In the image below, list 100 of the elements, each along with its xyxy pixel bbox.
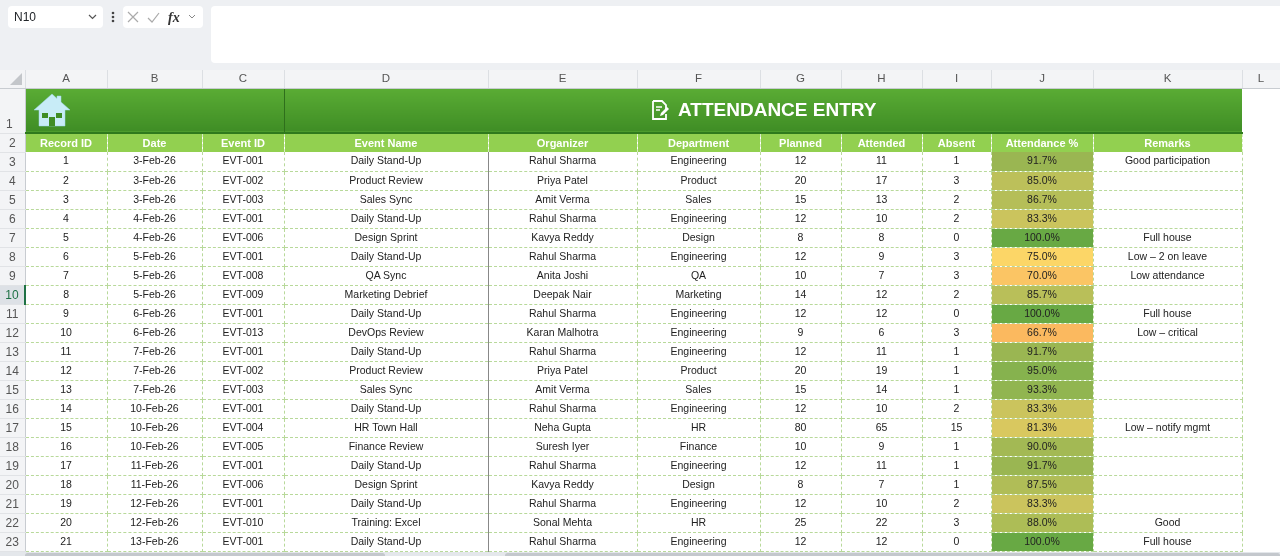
table-cell: Daily Stand-Up	[284, 494, 488, 513]
edit-document-icon	[650, 100, 670, 121]
column-header[interactable]: F	[637, 70, 760, 88]
table-cell: EVT-002	[202, 361, 284, 380]
table-cell: 9	[25, 304, 107, 323]
table-cell: 3	[922, 171, 991, 190]
home-icon[interactable]	[31, 92, 72, 129]
table-cell: 93.3%	[991, 380, 1093, 399]
row-number[interactable]: 10	[0, 285, 25, 304]
table-cell: EVT-009	[202, 285, 284, 304]
table-cell: QA	[637, 266, 760, 285]
table-cell: Engineering	[637, 209, 760, 228]
table-cell: 2	[922, 285, 991, 304]
table-cell: 1	[922, 456, 991, 475]
table-cell: 10	[841, 209, 922, 228]
column-heading: Planned	[760, 133, 841, 152]
row-number[interactable]: 1	[0, 88, 25, 133]
column-header[interactable]: D	[284, 70, 488, 88]
table-cell: 10	[760, 266, 841, 285]
column-header[interactable]: I	[922, 70, 991, 88]
column-header[interactable]: L	[1242, 70, 1280, 88]
table-cell: 7-Feb-26	[107, 342, 202, 361]
table-cell: 12-Feb-26	[107, 513, 202, 532]
table-cell: Kavya Reddy	[488, 228, 637, 247]
table-cell: 83.3%	[991, 399, 1093, 418]
cancel-icon[interactable]	[127, 11, 139, 23]
table-cell: EVT-001	[202, 247, 284, 266]
table-cell: 13	[841, 190, 922, 209]
table-cell: Sales	[637, 380, 760, 399]
table-cell: 100.0%	[991, 304, 1093, 323]
table-cell: 12	[760, 342, 841, 361]
table-cell: 14	[841, 380, 922, 399]
table-cell: Rahul Sharma	[488, 247, 637, 266]
column-header[interactable]: A	[25, 70, 107, 88]
table-cell: Full house	[1093, 532, 1242, 551]
table-cell: Full house	[1093, 304, 1242, 323]
table-cell: Engineering	[637, 342, 760, 361]
table-cell: 12	[841, 304, 922, 323]
column-heading: Absent	[922, 133, 991, 152]
chevron-icon[interactable]	[187, 14, 196, 20]
insert-function-button[interactable]: fx	[168, 6, 180, 28]
table-cell: Product Review	[284, 171, 488, 190]
column-header[interactable]: E	[488, 70, 637, 88]
table-cell: Engineering	[637, 323, 760, 342]
table-cell: Daily Stand-Up	[284, 342, 488, 361]
table-cell: Product Review	[284, 361, 488, 380]
table-cell: 91.7%	[991, 152, 1093, 171]
column-header[interactable]: K	[1093, 70, 1242, 88]
table-cell: 20	[760, 171, 841, 190]
table-cell: DevOps Review	[284, 323, 488, 342]
table-cell: 12	[841, 532, 922, 551]
name-box[interactable]: N10	[8, 6, 103, 28]
table-cell: 12	[760, 247, 841, 266]
table-cell: Daily Stand-Up	[284, 152, 488, 171]
table-cell: 10-Feb-26	[107, 418, 202, 437]
table-cell: 3	[922, 323, 991, 342]
table-cell: 12	[760, 532, 841, 551]
column-header[interactable]: G	[760, 70, 841, 88]
table-cell: Sales Sync	[284, 380, 488, 399]
table-cell: Engineering	[637, 152, 760, 171]
column-header[interactable]: B	[107, 70, 202, 88]
table-cell: 91.7%	[991, 456, 1093, 475]
table-cell: 20	[25, 513, 107, 532]
more-icon[interactable]	[111, 10, 115, 24]
table-cell: Engineering	[637, 247, 760, 266]
table-cell: Daily Stand-Up	[284, 209, 488, 228]
table-cell: Design	[637, 475, 760, 494]
table-cell: 12	[760, 494, 841, 513]
table-cell: QA Sync	[284, 266, 488, 285]
table-cell: Anita Joshi	[488, 266, 637, 285]
table-cell: 5-Feb-26	[107, 247, 202, 266]
table-cell: 3-Feb-26	[107, 171, 202, 190]
column-header[interactable]: C	[202, 70, 284, 88]
table-cell: 12	[841, 285, 922, 304]
table-cell: Rahul Sharma	[488, 152, 637, 171]
table-cell: Sales	[637, 190, 760, 209]
table-cell: 9	[841, 437, 922, 456]
select-all-icon[interactable]	[10, 73, 23, 86]
table-cell: 14	[25, 399, 107, 418]
table-cell: 12-Feb-26	[107, 494, 202, 513]
table-cell: EVT-001	[202, 342, 284, 361]
check-icon[interactable]	[147, 11, 160, 23]
horizontal-scrollbar[interactable]	[0, 551, 1280, 556]
table-cell: Kavya Reddy	[488, 475, 637, 494]
table-cell: Good	[1093, 513, 1242, 532]
table-cell: EVT-004	[202, 418, 284, 437]
table-cell: 4-Feb-26	[107, 209, 202, 228]
table-cell: 65	[841, 418, 922, 437]
table-cell: 3	[922, 266, 991, 285]
table-cell: 0	[922, 532, 991, 551]
table-cell: Engineering	[637, 399, 760, 418]
column-header[interactable]: H	[841, 70, 922, 88]
table-cell: 11-Feb-26	[107, 456, 202, 475]
table-cell: Deepak Nair	[488, 285, 637, 304]
table-cell: 88.0%	[991, 513, 1093, 532]
column-header[interactable]: J	[991, 70, 1093, 88]
table-cell: 8	[841, 228, 922, 247]
table-cell: 8	[25, 285, 107, 304]
table-cell: Sales Sync	[284, 190, 488, 209]
column-heading: Remarks	[1093, 133, 1242, 152]
